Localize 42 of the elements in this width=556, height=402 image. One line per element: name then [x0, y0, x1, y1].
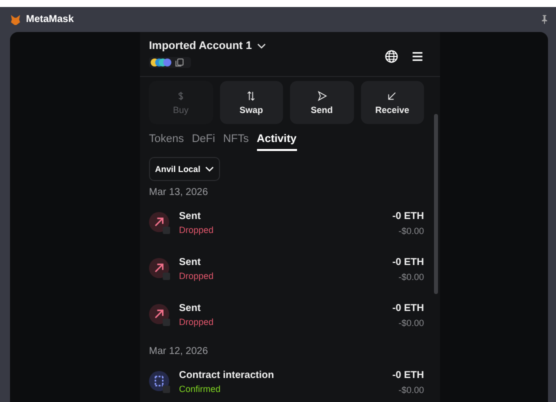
- transaction-title[interactable]: Sent: [179, 257, 392, 268]
- transaction-status: Confirmed: [179, 384, 222, 394]
- pin-icon[interactable]: [541, 15, 548, 24]
- tab[interactable]: DeFi: [192, 129, 216, 151]
- globe-icon[interactable]: [385, 50, 398, 63]
- send-arrow-icon: [316, 90, 327, 100]
- date-heading: Mar 12, 2026: [149, 346, 209, 357]
- dollar-icon: [176, 90, 186, 100]
- transaction-title[interactable]: Sent: [179, 211, 392, 222]
- date-heading: Mar 13, 2026: [149, 187, 209, 198]
- transaction-title[interactable]: Contract interaction: [179, 370, 392, 381]
- window-title: MetaMask: [26, 14, 75, 25]
- arrow-down-left-icon: [387, 90, 398, 100]
- contract-icon: [149, 371, 171, 393]
- action-button[interactable]: Receive: [360, 81, 424, 124]
- transaction-fiat: -$0.00: [397, 226, 424, 236]
- transaction-fiat: -$0.00: [397, 384, 424, 394]
- transaction-amount: -0 ETH: [392, 370, 424, 380]
- transaction-status: Dropped: [179, 271, 215, 281]
- copy-icon[interactable]: [175, 58, 184, 67]
- transaction-title[interactable]: Sent: [179, 303, 392, 314]
- tab[interactable]: Tokens: [149, 129, 184, 151]
- transaction-status: Dropped: [179, 225, 215, 235]
- action-button[interactable]: Swap: [220, 81, 283, 124]
- transaction-amount: -0 ETH: [392, 210, 424, 222]
- tab[interactable]: NFTs: [223, 129, 249, 151]
- action-button[interactable]: Send: [290, 81, 354, 124]
- fox-icon: [10, 14, 21, 24]
- menu-icon[interactable]: [411, 50, 424, 63]
- transaction-status: Dropped: [179, 317, 215, 327]
- chevron-down-icon: [205, 166, 214, 172]
- transaction-fiat: -$0.00: [397, 318, 424, 328]
- account-name[interactable]: Imported Account 1: [149, 40, 252, 52]
- transaction-amount: -0 ETH: [392, 256, 424, 268]
- transaction-amount: -0 ETH: [392, 302, 424, 314]
- scrollbar[interactable]: [434, 114, 438, 294]
- chevron-down-icon[interactable]: [256, 43, 266, 49]
- swap-arrows-icon: [246, 90, 256, 100]
- tab[interactable]: Activity: [256, 129, 297, 151]
- network-filter[interactable]: Anvil Local: [149, 157, 220, 181]
- network-avatars-icon[interactable]: [150, 58, 172, 67]
- transaction-fiat: -$0.00: [397, 272, 424, 282]
